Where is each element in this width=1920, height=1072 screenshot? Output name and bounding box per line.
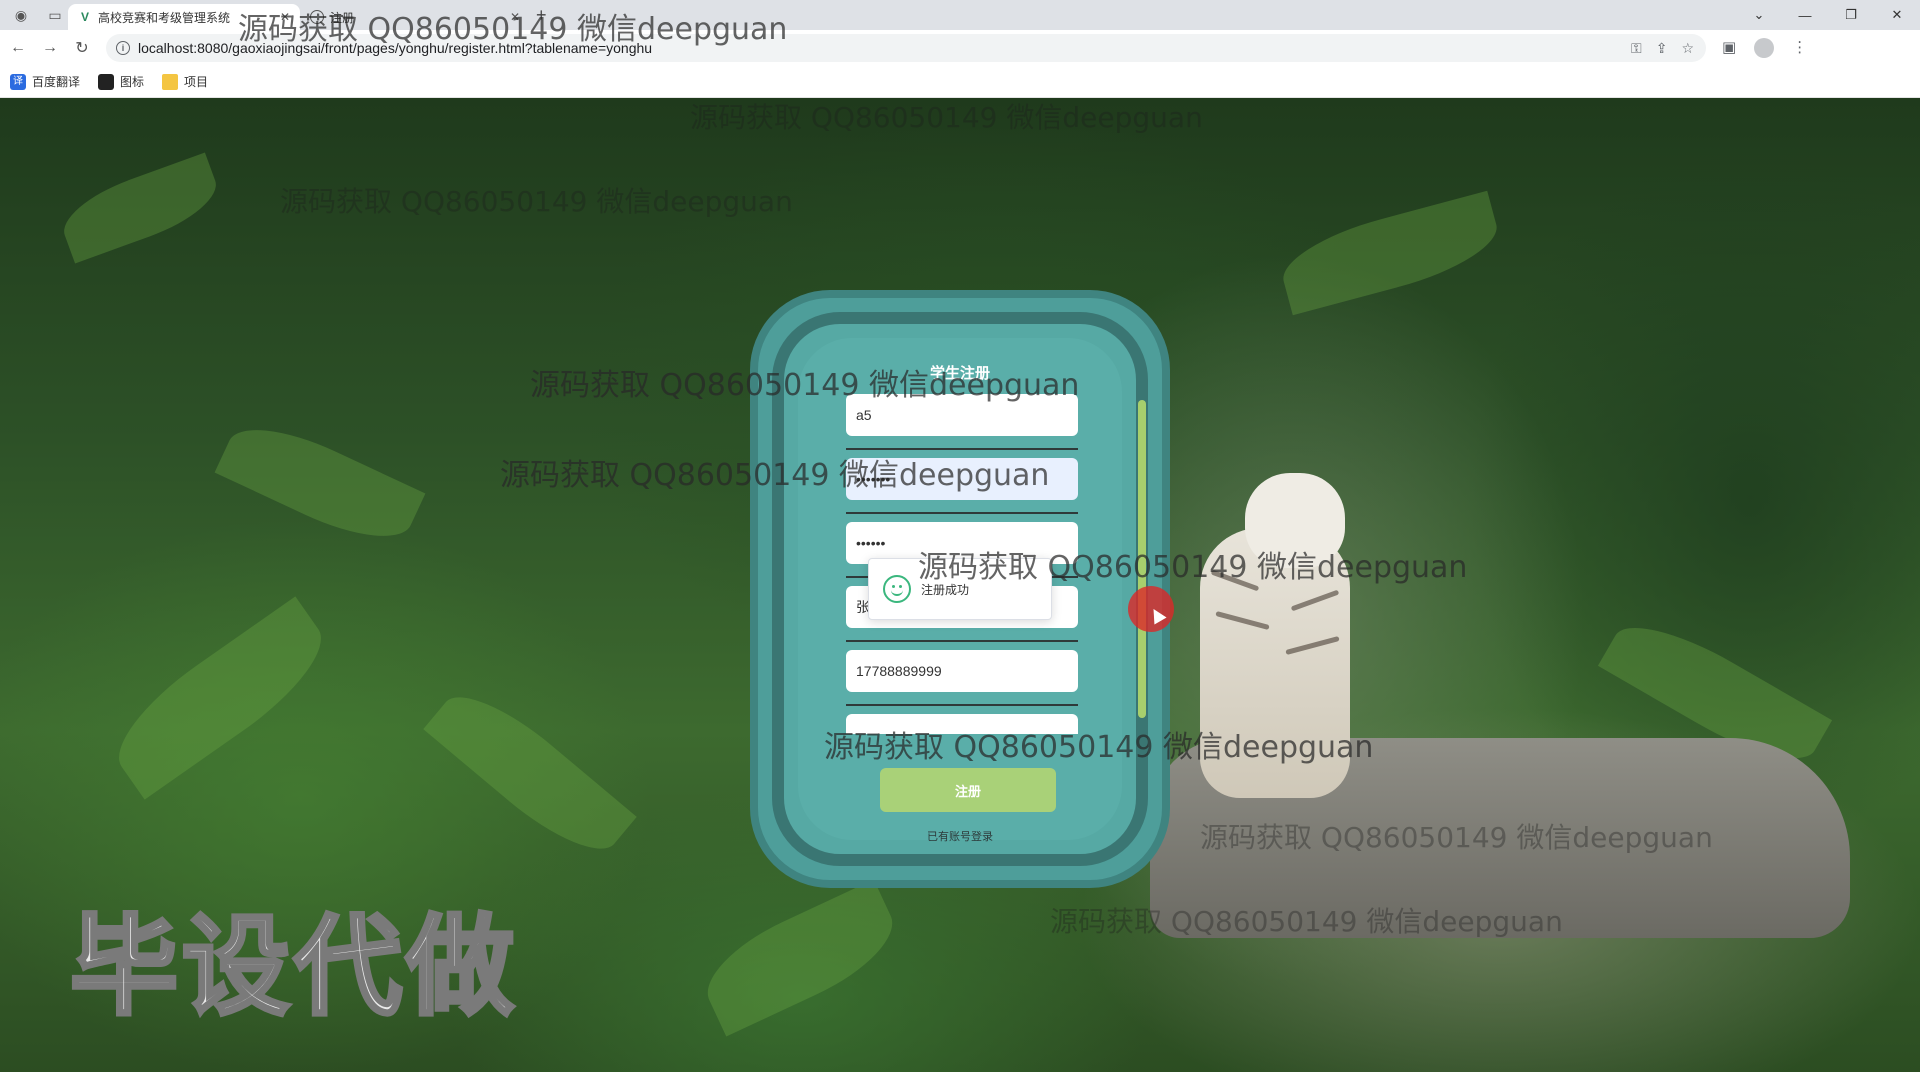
field-password xyxy=(846,458,1086,522)
password-input[interactable] xyxy=(846,458,1078,500)
browser-toolbar: ← → ↻ i localhost:8080/gaoxiaojingsai/fr… xyxy=(0,30,1920,66)
scrollbar-thumb[interactable] xyxy=(1138,400,1146,718)
new-tab-icon[interactable]: + xyxy=(536,5,547,26)
reload-icon[interactable]: ↻ xyxy=(68,38,96,58)
key-icon[interactable]: ⚿ xyxy=(1631,40,1642,57)
register-button[interactable]: 注册 xyxy=(880,768,1056,812)
login-link[interactable]: 已有账号登录 xyxy=(798,828,1122,844)
more-menu-icon[interactable]: ⋮ xyxy=(1792,38,1807,58)
profile-avatar[interactable] xyxy=(1754,38,1775,58)
forward-icon[interactable]: → xyxy=(36,39,64,57)
bookmark-icons[interactable]: 图标 xyxy=(98,73,144,90)
field-phone xyxy=(846,650,1086,714)
phone-input[interactable] xyxy=(846,650,1078,692)
window-controls: ⌄ — ❐ ✕ xyxy=(1736,0,1920,30)
back-icon[interactable]: ← xyxy=(4,39,32,57)
field-underline xyxy=(846,640,1078,642)
address-bar[interactable]: i localhost:8080/gaoxiaojingsai/front/pa… xyxy=(106,34,1706,62)
form-title: 学生注册 xyxy=(929,365,990,382)
share-icon[interactable]: ⇪ xyxy=(1656,40,1668,57)
field-underline xyxy=(846,512,1078,514)
foliage xyxy=(214,409,426,557)
tab-label: 注册 xyxy=(330,10,355,25)
minimize-icon[interactable]: — xyxy=(1782,8,1828,23)
url-text: localhost:8080/gaoxiaojingsai/front/page… xyxy=(138,40,653,56)
toast-message: 注册成功 xyxy=(921,582,970,597)
field-account xyxy=(846,394,1086,458)
tiger-image xyxy=(1200,528,1350,798)
bookmark-projects[interactable]: 项目 xyxy=(162,73,208,90)
image-icon xyxy=(98,73,115,90)
tab-register[interactable]: 注册 ✕ xyxy=(300,4,530,30)
tab-label: 高校竞赛和考级管理系统 xyxy=(98,10,231,25)
foliage xyxy=(1274,190,1506,316)
smile-icon xyxy=(883,575,911,603)
folder-icon xyxy=(162,73,179,90)
tab-list-icon[interactable]: ⌄ xyxy=(1736,7,1782,23)
field-extra xyxy=(846,714,1086,734)
field-underline xyxy=(846,704,1078,706)
close-icon[interactable]: ✕ xyxy=(280,10,290,24)
bookmark-translate[interactable]: 译 百度翻译 xyxy=(10,73,80,90)
translate-icon: 译 xyxy=(10,73,26,90)
globe-icon xyxy=(310,10,324,24)
side-panel-icon[interactable]: ▣ xyxy=(1722,38,1736,58)
info-icon[interactable]: i xyxy=(116,41,130,55)
field-underline xyxy=(846,448,1078,450)
extra-input[interactable] xyxy=(846,714,1078,734)
account-input[interactable] xyxy=(846,394,1078,436)
tiger-head xyxy=(1245,473,1345,568)
browser-tabstrip: ◉ ▭ V 高校竞赛和考级管理系统 ✕ 注册 ✕ + ⌄ — ❐ ✕ xyxy=(0,0,1920,30)
close-window-icon[interactable]: ✕ xyxy=(1874,7,1920,23)
tab-competition-system[interactable]: V 高校竞赛和考级管理系统 ✕ xyxy=(68,4,300,30)
close-icon[interactable]: ✕ xyxy=(510,10,520,24)
big-watermark: 毕设代做 xyxy=(68,903,519,1032)
success-toast: 注册成功 xyxy=(868,558,1052,620)
vue-icon: V xyxy=(80,10,89,24)
foliage xyxy=(423,675,637,871)
star-icon[interactable]: ☆ xyxy=(1681,40,1694,57)
restore-icon[interactable]: ❐ xyxy=(1828,7,1874,23)
bookmarks-bar: 译 百度翻译 图标 项目 xyxy=(0,66,1920,98)
form-scrollbar[interactable] xyxy=(1138,400,1146,718)
foliage xyxy=(692,879,908,1037)
foliage xyxy=(98,596,342,800)
tab-search-icon[interactable]: ▭ xyxy=(42,2,68,28)
chrome-menu-icon[interactable]: ◉ xyxy=(8,2,34,28)
foliage xyxy=(54,152,226,264)
